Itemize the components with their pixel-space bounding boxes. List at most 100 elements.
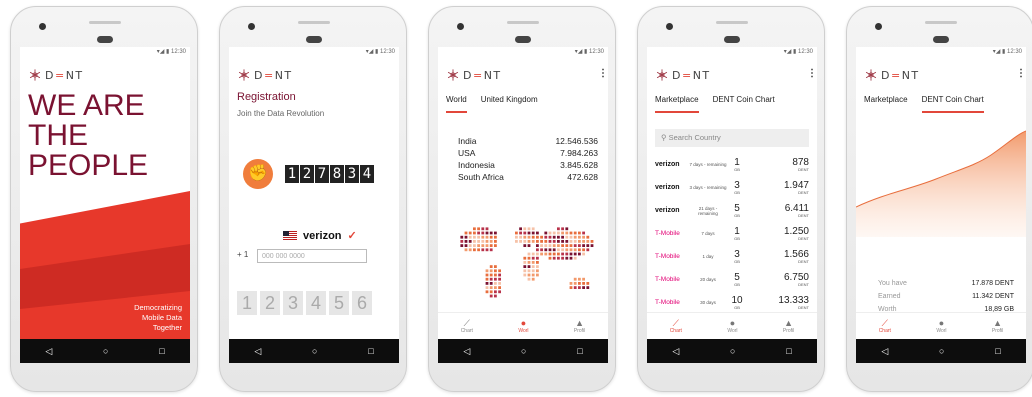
app-bar: D=NT ⋮ (856, 57, 1026, 93)
recents-icon[interactable]: □ (786, 346, 791, 356)
offer-gb-value: 10 (731, 294, 743, 306)
back-icon[interactable]: ◁ (254, 346, 261, 357)
android-nav: ◁ ○ □ (856, 339, 1026, 363)
code-digit[interactable]: 4 (306, 291, 326, 315)
code-digit[interactable]: 6 (352, 291, 372, 315)
hero-line: THE (28, 119, 88, 152)
chart-area (856, 131, 1026, 237)
map-dot (531, 273, 535, 277)
code-digit[interactable]: 5 (329, 291, 349, 315)
back-icon[interactable]: ◁ (45, 346, 52, 357)
offer-row[interactable]: verizon 3 days - remaining 3 GB 1.947 DENT (655, 176, 809, 199)
operator-selector[interactable]: verizon ✓ (283, 229, 357, 242)
person-icon: ▲ (784, 318, 794, 328)
code-digit[interactable]: 1 (237, 291, 257, 315)
offer-row[interactable]: T-Mobile 7 days 1 GB 1.250 DENT (655, 222, 809, 245)
country-value: 12.546.536 (555, 136, 598, 146)
nav-label: Profil (573, 328, 586, 334)
map-dot (578, 240, 581, 243)
map-dot (548, 240, 552, 243)
map-dot (464, 240, 468, 243)
nav-profile[interactable]: ▲ Profil (783, 318, 794, 334)
map-dot (498, 273, 501, 277)
nav-profile[interactable]: ▲ Profil (574, 318, 585, 334)
offer-row[interactable]: T-Mobile 30 days 10 GB 13.333 DENT (655, 291, 809, 314)
balance-value: 11.342 DENT (972, 293, 1014, 300)
nav-chart[interactable]: ⟋ Chart (670, 318, 682, 334)
nav-world[interactable]: ● Worl (727, 318, 737, 334)
map-dot (481, 244, 485, 247)
map-dot (561, 248, 564, 252)
more-icon[interactable]: ⋮ (1016, 67, 1026, 81)
back-icon[interactable]: ◁ (672, 346, 679, 357)
status-time: 12:30 (588, 49, 604, 55)
map-dot (498, 290, 501, 294)
map-dot (494, 265, 497, 268)
phone-number-input[interactable]: 000 000 0000 (257, 249, 367, 263)
offer-row[interactable]: T-Mobile 1 day 3 GB 1.566 DENT (655, 245, 809, 268)
offer-row[interactable]: verizon 21 days - remaining 5 GB 6.411 DENT (655, 199, 809, 222)
map-dot (557, 252, 560, 256)
tab-united-kingdom[interactable]: United Kingdom (481, 95, 538, 111)
map-dot (557, 256, 560, 260)
map-dot (489, 294, 493, 298)
status-bar: ▾◢ ▮ 12:30 (992, 49, 1022, 55)
more-icon[interactable]: ⋮ (807, 67, 817, 81)
offer-gb: 1 GB (727, 226, 747, 241)
country-code[interactable]: + 1 (237, 250, 248, 259)
nav-chart[interactable]: ⟋ Chart (879, 318, 891, 334)
home-icon[interactable]: ○ (939, 346, 944, 356)
dent-emblem-icon (238, 69, 250, 81)
back-icon[interactable]: ◁ (881, 346, 888, 357)
map-dot (578, 244, 581, 247)
tab-world[interactable]: World (446, 95, 467, 113)
more-icon[interactable]: ⋮ (598, 67, 608, 81)
home-icon[interactable]: ○ (730, 346, 735, 356)
nav-profile[interactable]: ▲ Profil (992, 318, 1003, 334)
map-dot (485, 277, 489, 281)
recents-icon[interactable]: □ (159, 346, 164, 356)
tagline: Democratizing Mobile Data Together (134, 303, 182, 333)
tab-dent-coin-chart[interactable]: DENT Coin Chart (713, 95, 775, 111)
offer-days: 1 day (702, 254, 714, 259)
map-dot (527, 256, 531, 260)
list-item: India 12.546.536 (458, 135, 598, 147)
dent-emblem-icon (656, 69, 668, 81)
back-icon[interactable]: ◁ (463, 346, 470, 357)
globe-icon: ● (938, 318, 945, 328)
unit-dent: DENT (798, 281, 809, 287)
nav-world[interactable]: ● Worl (936, 318, 946, 334)
home-icon[interactable]: ○ (312, 346, 317, 356)
nav-world[interactable]: ● Worl (518, 318, 528, 334)
recents-icon[interactable]: □ (577, 346, 582, 356)
list-item: South Africa 472.628 (458, 171, 598, 183)
unit-dent: DENT (798, 258, 809, 264)
code-digit[interactable]: 3 (283, 291, 303, 315)
home-icon[interactable]: ○ (103, 346, 108, 356)
hero-line: PEOPLE (28, 149, 149, 182)
map-dot (494, 244, 497, 247)
screen-registration: ▾◢ ▮ 12:30 D=NT Registration Join the Da… (229, 47, 399, 363)
search-input[interactable]: ⚲ Search Country (655, 129, 809, 147)
country-stats: India 12.546.536 USA 7.984.263 Indonesia 3.… (458, 135, 598, 183)
tab-dent-coin-chart[interactable]: DENT Coin Chart (921, 95, 984, 113)
recents-icon[interactable]: □ (368, 346, 373, 356)
tab-marketplace[interactable]: Marketplace (864, 95, 908, 111)
home-icon[interactable]: ○ (521, 346, 526, 356)
offer-row[interactable]: T-Mobile 20 days 5 GB 6.750 DENT (655, 268, 809, 291)
map-dot (565, 227, 569, 231)
counter-digit: 2 (300, 165, 314, 183)
speaker (298, 21, 330, 24)
map-dot (473, 240, 476, 243)
map-dot (548, 248, 552, 252)
map-dot (527, 261, 531, 264)
map-dot (582, 235, 585, 239)
map-dot (531, 265, 535, 268)
map-dot (531, 256, 535, 260)
nav-chart[interactable]: ⟋ Chart (461, 318, 473, 334)
offer-row[interactable]: verizon 7 days - remaining 1 GB 878 DENT (655, 153, 809, 176)
code-digit[interactable]: 2 (260, 291, 280, 315)
recents-icon[interactable]: □ (995, 346, 1000, 356)
balance-value: 17.878 DENT (971, 280, 1014, 287)
tab-marketplace[interactable]: Marketplace (655, 95, 699, 113)
